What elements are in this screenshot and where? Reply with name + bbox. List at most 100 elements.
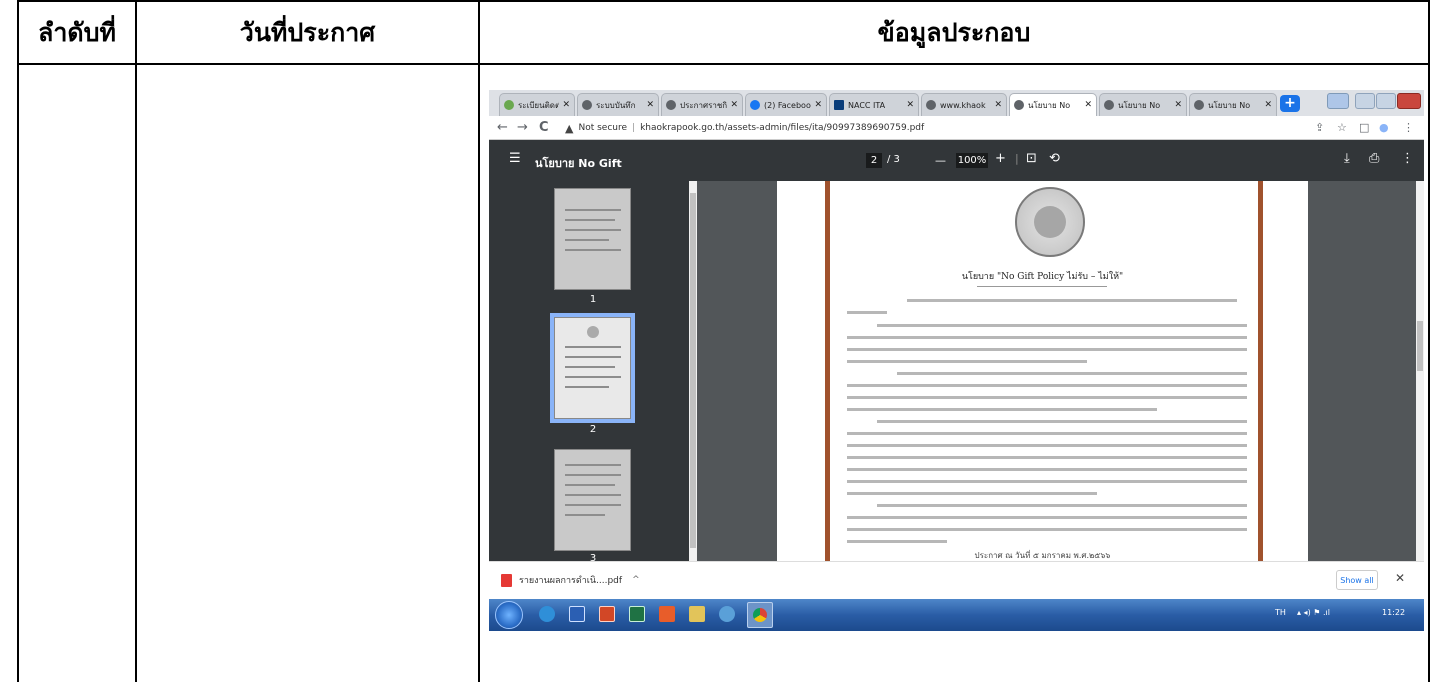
facebook-icon (750, 100, 760, 110)
thumbnail-number: 3 (589, 553, 597, 561)
viewer-scrollbar[interactable] (1416, 181, 1424, 561)
table-col-divider-1 (135, 0, 137, 682)
forward-arrow-icon[interactable]: → (517, 120, 528, 135)
globe-icon (1194, 100, 1204, 110)
table-col-divider-2 (478, 0, 480, 682)
page-border-right (1258, 181, 1263, 561)
organization-seal-logo (1015, 187, 1085, 257)
page-thumbnail[interactable] (554, 188, 631, 290)
browser-tab[interactable]: www.khaok ✕ (921, 93, 1007, 116)
header-order-number: ลำดับที่ (38, 17, 116, 47)
maximize-icon[interactable] (1376, 93, 1396, 109)
page-thumbnail[interactable] (554, 449, 631, 551)
back-arrow-icon[interactable]: ← (497, 120, 508, 135)
thumbnail-number: 1 (589, 294, 597, 305)
tab-close-icon[interactable]: ✕ (994, 100, 1002, 110)
download-item[interactable]: รายงานผลการดำเนิ....pdf ^ (501, 573, 640, 587)
table-left-border (17, 0, 19, 682)
word-icon[interactable] (569, 606, 585, 622)
browser-menu-icon[interactable]: ⋮ (1403, 121, 1414, 134)
thumbnail-scrollbar[interactable] (689, 181, 697, 561)
page-total: / 3 (887, 154, 900, 165)
browser-tab-active[interactable]: นโยบาย No ✕ (1009, 93, 1097, 116)
table-header-border (17, 63, 1430, 65)
internet-explorer-icon[interactable] (539, 606, 555, 622)
window-close-icon[interactable] (1397, 93, 1421, 109)
language-indicator[interactable]: TH (1275, 608, 1286, 617)
close-download-bar-icon[interactable]: ✕ (1395, 571, 1405, 585)
app-icon[interactable] (719, 606, 735, 622)
chevron-up-icon[interactable]: ^ (632, 575, 640, 585)
clock[interactable]: 11:22 (1382, 608, 1405, 617)
fit-page-icon[interactable]: ⊡ (1026, 151, 1037, 166)
tab-close-icon[interactable]: ✕ (646, 100, 654, 110)
show-all-button[interactable]: Show all (1336, 570, 1378, 590)
nacc-logo-icon (834, 100, 844, 110)
tab-close-icon[interactable]: ✕ (730, 100, 738, 110)
tab-close-icon[interactable]: ✕ (1084, 100, 1092, 110)
tab-search-chevron-icon[interactable] (1327, 93, 1349, 109)
pdf-menu-icon[interactable]: ☰ (509, 151, 521, 166)
system-tray-icons[interactable]: ▴ ◂) ⚑ .ıl (1297, 608, 1330, 617)
powerpoint-icon[interactable] (599, 606, 615, 622)
browser-tab[interactable]: NACC ITA ✕ (829, 93, 919, 116)
browser-tab-strip: ระเบียนติดต่อนำ ✕ ระบบบันทึก ✕ ประกาศราช… (489, 90, 1424, 116)
download-bar: รายงานผลการดำเนิ....pdf ^ Show all ✕ (489, 561, 1424, 599)
page-border-left (825, 181, 830, 561)
embedded-browser-screenshot: ระเบียนติดต่อนำ ✕ ระบบบันทึก ✕ ประกาศราช… (489, 90, 1424, 631)
thumbnail-number: 2 (589, 424, 597, 435)
pdf-more-icon[interactable]: ⋮ (1401, 151, 1414, 166)
bookmark-star-icon[interactable]: ☆ (1337, 121, 1347, 134)
site-favicon-icon (504, 100, 514, 110)
globe-icon (1014, 100, 1024, 110)
browser-tab[interactable]: นโยบาย No ✕ (1099, 93, 1187, 116)
document-footer-date: ประกาศ ณ วันที่ ๕ มกราคม พ.ศ.๒๕๖๖ (974, 551, 1111, 560)
reload-icon[interactable]: C (539, 120, 549, 135)
tab-close-icon[interactable]: ✕ (1174, 100, 1182, 110)
security-label: Not secure (578, 123, 628, 133)
document-title: นโยบาย "No Gift Policy ไม่รับ – ไม่ให้" (961, 272, 1124, 282)
windows-taskbar: TH ▴ ◂) ⚑ .ıl 11:22 (489, 599, 1424, 631)
browser-tab[interactable]: ระบบบันทึก ✕ (577, 93, 659, 116)
warning-triangle-icon: ▲ (565, 121, 574, 135)
tab-close-icon[interactable]: ✕ (906, 100, 914, 110)
browser-tab[interactable]: (2) Facebook ✕ (745, 93, 827, 116)
pdf-viewer: 1 2 3 นโยบาย "No Gift Policy ไม่รับ – ไม… (489, 181, 1424, 561)
globe-icon (666, 100, 676, 110)
folder-icon[interactable] (689, 606, 705, 622)
media-icon[interactable] (659, 606, 675, 622)
browser-tab[interactable]: นโยบาย No ✕ (1189, 93, 1277, 116)
page-number-input[interactable]: 2 (866, 153, 882, 168)
browser-tab[interactable]: ระเบียนติดต่อนำ ✕ (499, 93, 575, 116)
share-icon[interactable]: ⇪ (1315, 121, 1324, 134)
header-announce-date: วันที่ประกาศ (239, 17, 376, 47)
browser-tab[interactable]: ประกาศราชกิ ✕ (661, 93, 743, 116)
side-panel-icon[interactable]: □ (1359, 121, 1369, 134)
download-filename: รายงานผลการดำเนิ....pdf (519, 576, 623, 586)
zoom-level-input[interactable]: 100% (956, 153, 988, 168)
chrome-taskbar-button[interactable] (747, 602, 773, 628)
table-right-border (1428, 0, 1430, 682)
minimize-icon[interactable] (1355, 93, 1375, 109)
windows-start-button[interactable] (495, 601, 523, 629)
profile-avatar-icon[interactable]: ● (1379, 121, 1389, 134)
url-omnibox[interactable]: ▲ Not secure | khaokrapook.go.th/assets-… (565, 119, 1285, 137)
tab-close-icon[interactable]: ✕ (1264, 100, 1272, 110)
zoom-out-button[interactable]: — (935, 154, 946, 167)
page-thumbnail-selected[interactable] (550, 313, 635, 423)
tab-close-icon[interactable]: ✕ (814, 100, 822, 110)
tab-close-icon[interactable]: ✕ (562, 100, 570, 110)
browser-address-bar: ← → C ▲ Not secure | khaokrapook.go.th/a… (489, 116, 1424, 140)
pdf-file-icon (501, 573, 512, 587)
zoom-in-button[interactable]: + (995, 151, 1006, 166)
globe-icon (582, 100, 592, 110)
excel-icon[interactable] (629, 606, 645, 622)
print-icon[interactable]: ⎙ (1369, 151, 1379, 166)
url-text: khaokrapook.go.th/assets-admin/files/ita… (640, 123, 925, 133)
rotate-icon[interactable]: ⟲ (1049, 151, 1060, 166)
new-tab-button[interactable]: + (1280, 95, 1300, 112)
pdf-page: นโยบาย "No Gift Policy ไม่รับ – ไม่ให้" (777, 181, 1308, 561)
download-icon[interactable]: ⤓ (1344, 151, 1350, 166)
thumbnail-pane: 1 2 3 (489, 181, 697, 561)
globe-icon (926, 100, 936, 110)
